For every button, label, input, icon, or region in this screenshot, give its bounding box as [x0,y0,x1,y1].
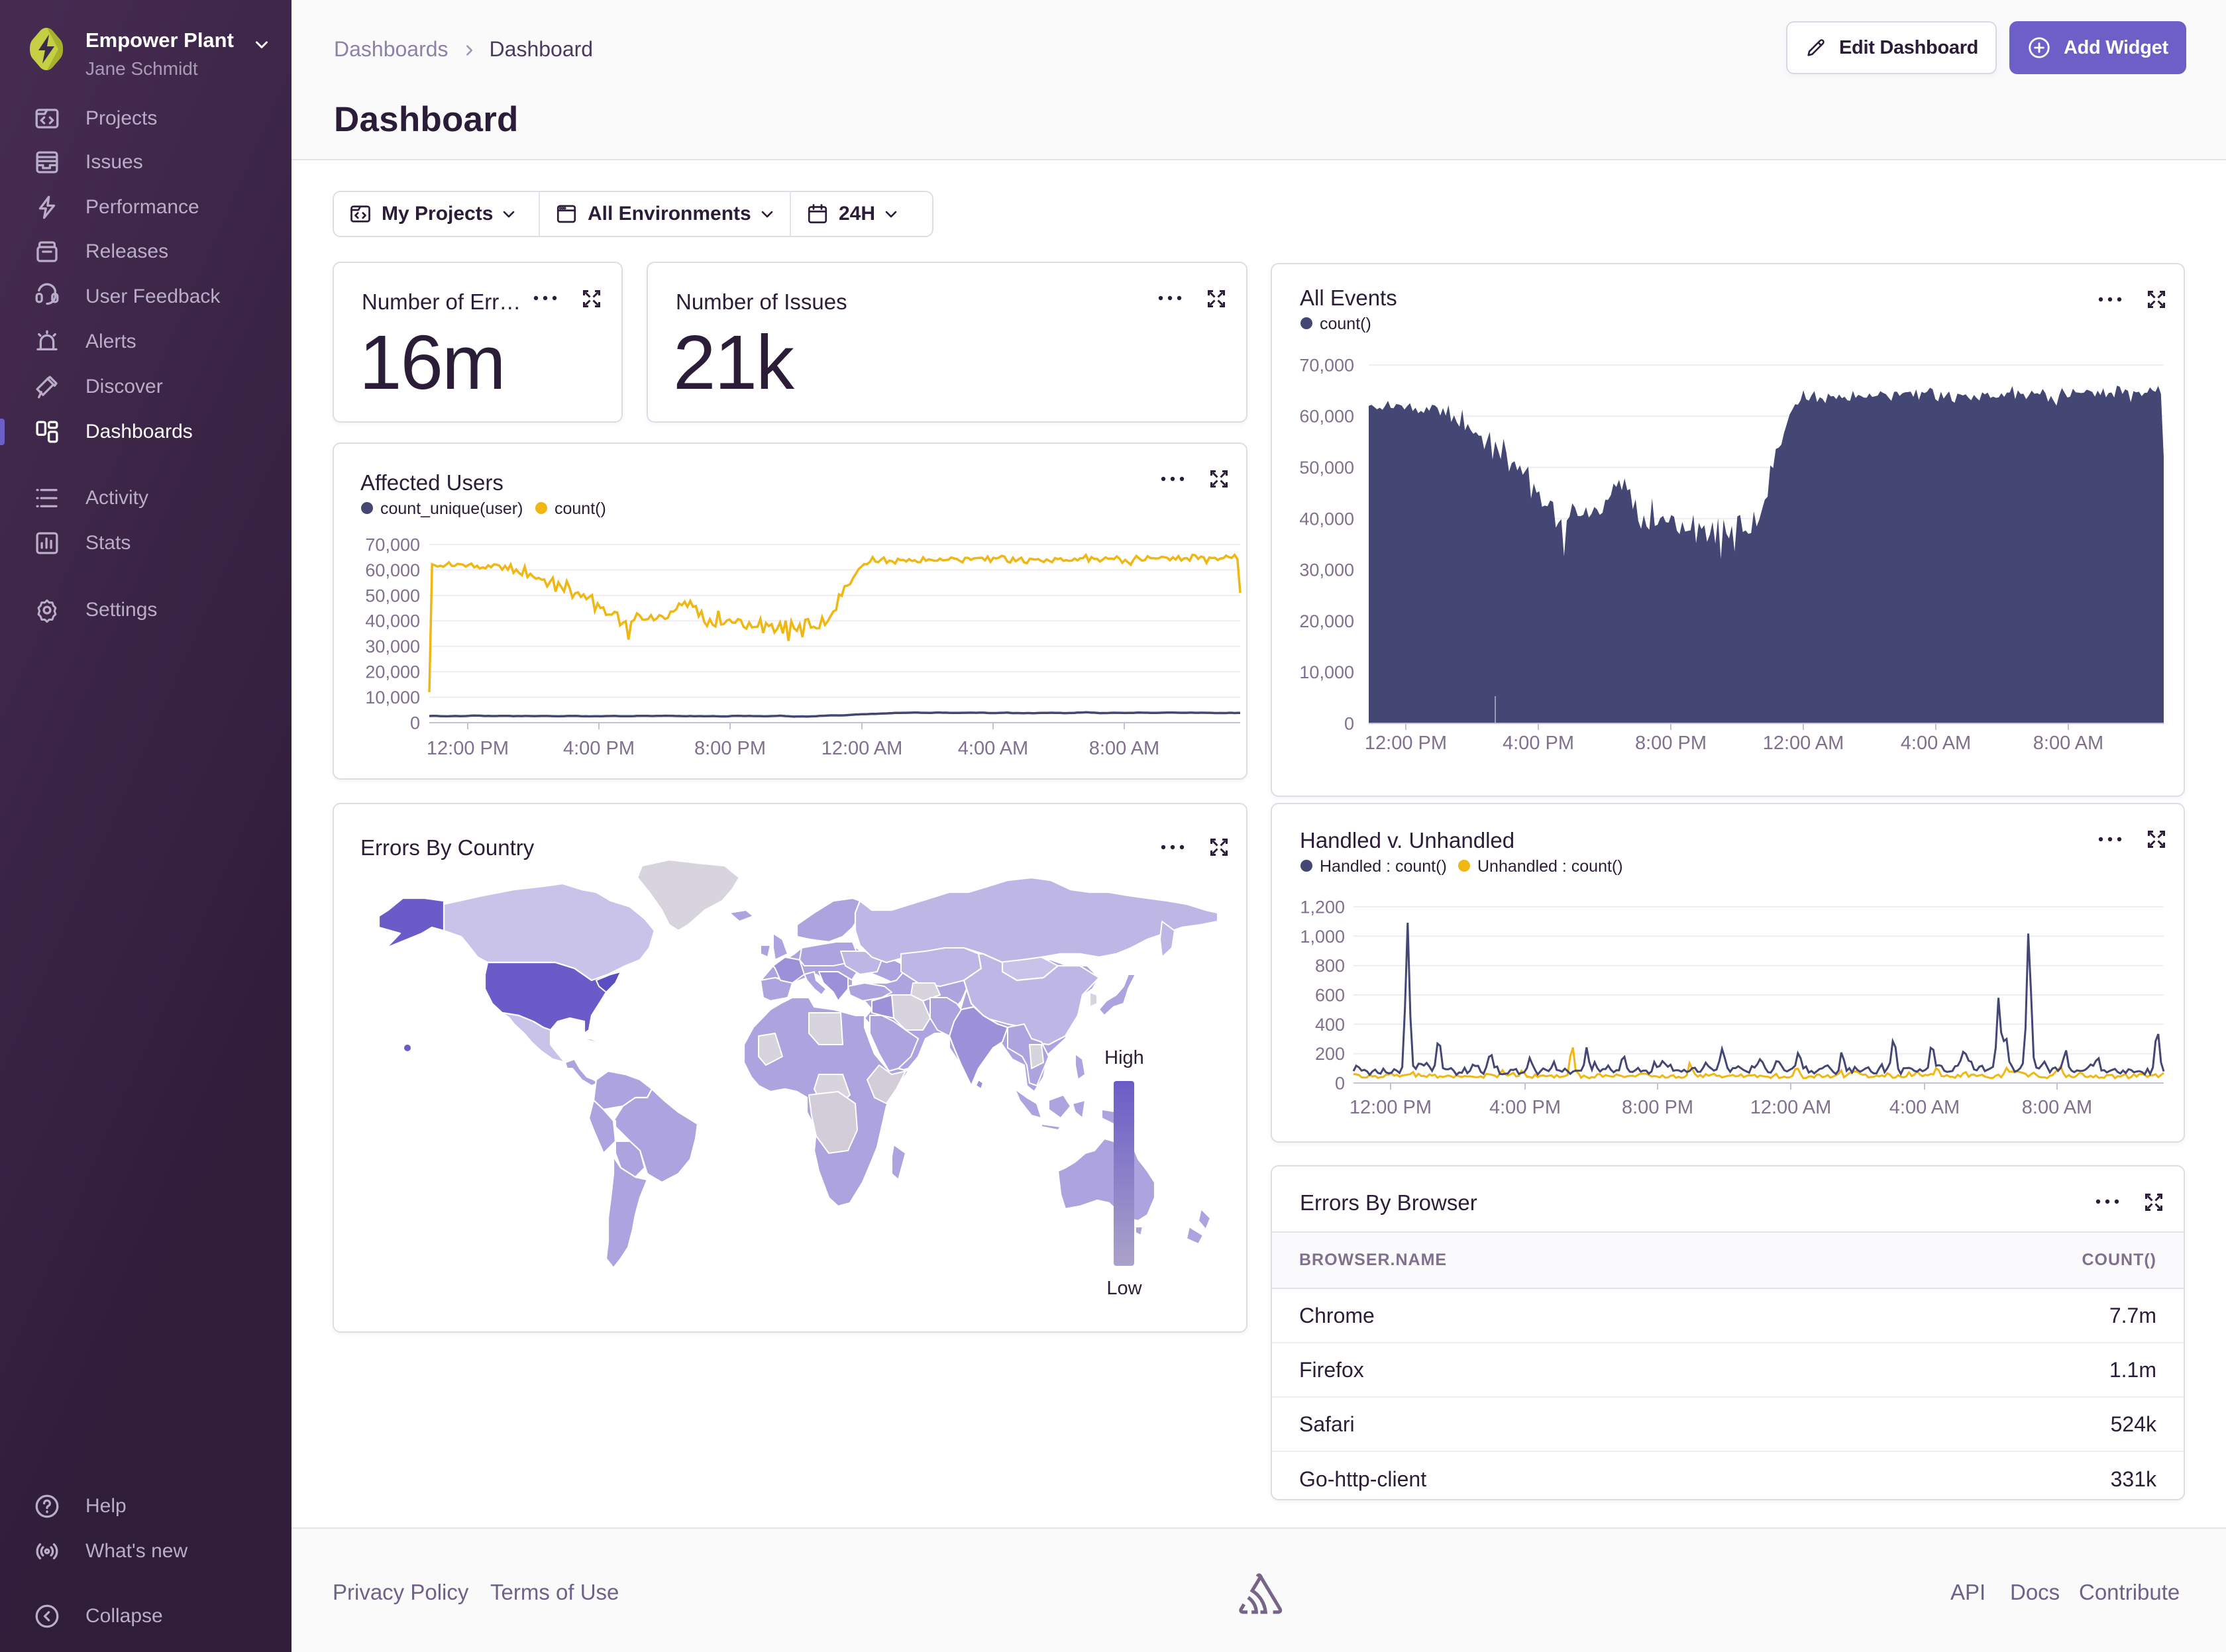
svg-text:50,000: 50,000 [365,586,420,605]
svg-text:10,000: 10,000 [365,688,420,707]
svg-text:30,000: 30,000 [365,637,420,656]
svg-text:High: High [1104,1047,1144,1068]
svg-text:70,000: 70,000 [365,535,420,554]
svg-text:4:00 PM: 4:00 PM [1503,733,1574,754]
svg-text:Affected Users: Affected Users [360,470,504,495]
svg-text:600: 600 [1315,985,1345,1005]
svg-text:0: 0 [1335,1073,1345,1093]
svg-text:400: 400 [1315,1015,1345,1035]
svg-text:0: 0 [410,713,420,733]
svg-text:8:00 PM: 8:00 PM [694,738,766,759]
svg-text:4:00 AM: 4:00 AM [958,738,1028,759]
svg-text:12:00 PM: 12:00 PM [1350,1097,1432,1118]
svg-text:8:00 PM: 8:00 PM [1622,1097,1693,1118]
svg-text:12:00 AM: 12:00 AM [822,738,903,759]
svg-text:4:00 PM: 4:00 PM [1489,1097,1561,1118]
svg-text:All Events: All Events [1300,285,1397,310]
svg-text:200: 200 [1315,1044,1345,1064]
svg-text:Low: Low [1106,1278,1142,1299]
svg-text:8:00 AM: 8:00 AM [2033,733,2103,754]
svg-text:0: 0 [1344,714,1354,734]
svg-text:800: 800 [1315,956,1345,976]
svg-text:70,000: 70,000 [1299,355,1354,375]
svg-text:8:00 PM: 8:00 PM [1635,733,1707,754]
svg-text:1,200: 1,200 [1300,897,1345,917]
svg-text:12:00 AM: 12:00 AM [1750,1097,1832,1118]
svg-text:count(): count() [555,499,606,518]
svg-text:60,000: 60,000 [365,560,420,580]
svg-text:12:00 AM: 12:00 AM [1763,733,1844,754]
svg-text:count_unique(user): count_unique(user) [380,499,523,518]
svg-text:12:00 PM: 12:00 PM [427,738,509,759]
svg-text:20,000: 20,000 [1299,611,1354,631]
svg-text:Unhandled : count(): Unhandled : count() [1477,857,1623,876]
svg-text:60,000: 60,000 [1299,407,1354,427]
svg-text:1,000: 1,000 [1300,927,1345,947]
svg-text:12:00 PM: 12:00 PM [1365,733,1447,754]
svg-text:40,000: 40,000 [365,611,420,631]
svg-text:Errors By Country: Errors By Country [360,835,535,860]
svg-text:40,000: 40,000 [1299,509,1354,529]
svg-text:4:00 PM: 4:00 PM [563,738,635,759]
svg-text:10,000: 10,000 [1299,662,1354,682]
svg-text:Handled : count(): Handled : count() [1320,857,1447,876]
svg-text:20,000: 20,000 [365,662,420,682]
svg-text:4:00 AM: 4:00 AM [1889,1097,1960,1118]
svg-text:50,000: 50,000 [1299,458,1354,478]
svg-text:8:00 AM: 8:00 AM [2022,1097,2092,1118]
svg-text:4:00 AM: 4:00 AM [1901,733,1971,754]
svg-text:30,000: 30,000 [1299,560,1354,580]
svg-text:8:00 AM: 8:00 AM [1089,738,1159,759]
svg-text:count(): count() [1320,315,1371,333]
svg-text:Handled v. Unhandled: Handled v. Unhandled [1300,828,1514,852]
